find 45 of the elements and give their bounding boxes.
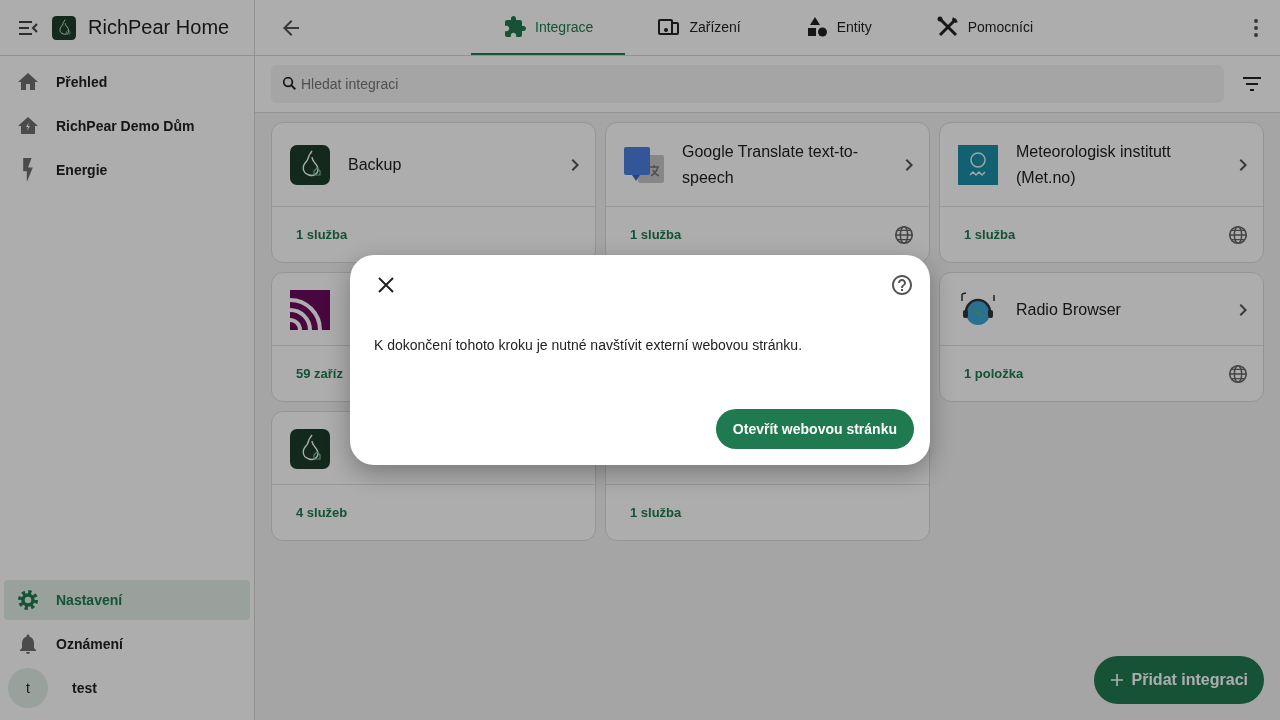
nav-item[interactable]: Oznámení (4, 624, 250, 664)
settings-icon (16, 588, 40, 612)
entry-count-link[interactable]: 1 služba (630, 505, 682, 520)
integration-card[interactable]: Google Translate text-to-speech 1 služba (605, 122, 930, 263)
integration-card[interactable]: Meteorologisk institutt (Met.no) 1 služba (939, 122, 1264, 263)
entry-count-link[interactable]: 1 položka (964, 366, 1024, 381)
integration-name: Google Translate text-to-speech (682, 142, 860, 188)
met-logo-icon (958, 145, 998, 185)
pear-logo-icon (52, 15, 76, 40)
add-integration-button[interactable]: Přidat integraci (1093, 656, 1264, 704)
chevron-right-icon (1239, 303, 1247, 316)
puzzle-icon (503, 14, 527, 39)
app-title: RichPear Home (88, 16, 230, 39)
user-avatar[interactable]: t (8, 668, 48, 708)
pear-logo-icon (290, 145, 330, 185)
integration-card[interactable]: Backup 1 služba (271, 122, 596, 263)
entry-count-link[interactable]: 1 služba (296, 227, 348, 242)
tab[interactable]: Pomocníci (903, 0, 1066, 55)
integration-card[interactable]: Radio Browser 1 položka (939, 272, 1264, 402)
tab[interactable]: Entity (772, 0, 904, 55)
search-field[interactable]: Hledat integraci (271, 65, 1224, 103)
search-icon (283, 77, 296, 90)
broadcast-logo-icon (290, 289, 330, 330)
nav-item[interactable]: Energie (4, 150, 250, 190)
dialog-message: K dokončení tohoto kroku je nutné navštívit externí webovou stránku. (374, 337, 804, 353)
nav-item[interactable]: Přehled (4, 62, 250, 102)
chevron-right-icon (1239, 159, 1247, 171)
tools-icon (935, 14, 960, 39)
integration-name: Radio Browser (1016, 299, 1122, 320)
chevron-right-icon (571, 159, 579, 171)
entry-count-link[interactable]: 59 zaříz (296, 366, 343, 381)
user-name[interactable]: test (72, 680, 97, 696)
translate-logo-icon (624, 145, 664, 185)
help-icon[interactable] (890, 273, 914, 297)
entry-count-link[interactable]: 1 služba (964, 227, 1016, 242)
chevron-right-icon (905, 159, 913, 171)
integration-name: Backup (348, 155, 403, 175)
open-website-button[interactable]: Otevřít webovou stránku (715, 409, 914, 449)
lightning-icon (22, 158, 34, 182)
tab[interactable]: Zařízení (625, 0, 773, 55)
entry-count-link[interactable]: 4 služeb (296, 505, 348, 520)
integration-name: Meteorologisk institutt (Met.no) (1016, 142, 1172, 188)
entry-count-link[interactable]: 1 služba (630, 227, 682, 242)
nav-item[interactable]: RichPear Demo Dům (4, 106, 250, 146)
pear-logo-icon (290, 428, 330, 469)
